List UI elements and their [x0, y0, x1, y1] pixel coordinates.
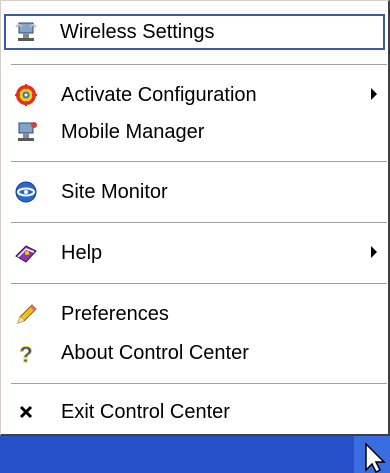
help-book-icon [15, 245, 37, 263]
svg-text:?: ? [19, 342, 32, 364]
menu-separator [11, 64, 387, 66]
menu-separator [11, 383, 387, 385]
question-icon: ? [19, 342, 33, 364]
menu-item-label: Help [61, 242, 103, 264]
menu-item-label: Activate Configuration [61, 84, 257, 106]
menu-separator [11, 283, 387, 285]
site-monitor-icon [15, 181, 37, 203]
submenu-arrow-icon [371, 88, 377, 100]
wireless-settings-icon [15, 22, 37, 41]
menu-item-activate-configuration[interactable]: Activate Configuration [4, 77, 385, 113]
pencil-icon [17, 304, 37, 324]
menu-item-label: Wireless Settings [60, 21, 215, 43]
target-icon [15, 84, 37, 106]
menu-item-label: Exit Control Center [61, 401, 230, 423]
context-menu: Wireless Settings Activate Configuration… [0, 0, 390, 436]
menu-item-about-control-center[interactable]: ? About Control Center [4, 335, 385, 371]
close-x-icon [19, 405, 33, 419]
menu-item-help[interactable]: Help [4, 235, 385, 271]
menu-item-label: Mobile Manager [61, 121, 205, 143]
menu-item-label: About Control Center [61, 342, 249, 364]
menu-item-label: Site Monitor [61, 181, 168, 203]
menu-item-label: Preferences [61, 303, 169, 325]
taskbar [0, 436, 390, 473]
menu-separator [11, 161, 387, 163]
menu-item-mobile-manager[interactable]: Mobile Manager [4, 114, 385, 150]
menu-separator [11, 222, 387, 224]
submenu-arrow-icon [371, 246, 377, 258]
mobile-manager-icon [18, 122, 37, 141]
menu-item-site-monitor[interactable]: Site Monitor [4, 174, 385, 210]
menu-item-exit-control-center[interactable]: Exit Control Center [4, 394, 385, 430]
system-tray-icon[interactable] [354, 436, 390, 473]
menu-item-wireless-settings[interactable]: Wireless Settings [4, 14, 385, 50]
menu-item-preferences[interactable]: Preferences [4, 296, 385, 332]
